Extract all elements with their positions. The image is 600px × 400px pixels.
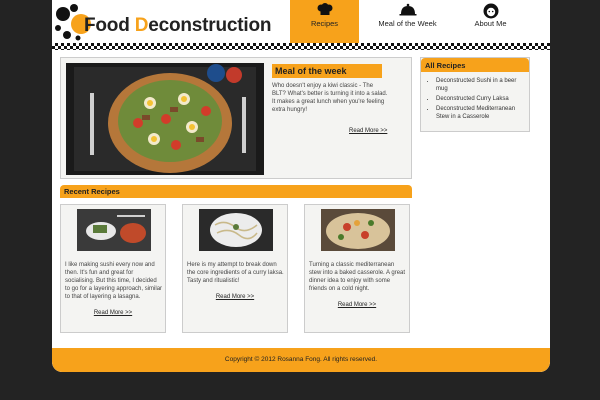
- sidebar-item-stew[interactable]: Deconstructed Mediterranean Stew in a Ca…: [436, 105, 525, 121]
- chef-hat-icon: [317, 3, 332, 15]
- nav-recipes[interactable]: Recipes: [290, 0, 359, 45]
- sidebar-list: Deconstructed Sushi in a beer mug Decons…: [421, 72, 529, 121]
- sushi-image[interactable]: [77, 209, 151, 251]
- header: Food Deconstruction Recipes Meal of the …: [52, 0, 550, 45]
- site-title: Food Deconstruction: [84, 15, 272, 36]
- recipe-card-sushi-text: I like making sushi every now and then. …: [65, 262, 163, 300]
- laksa-image[interactable]: [199, 209, 273, 251]
- recipe-card-stew: Turning a classic mediterranean stew int…: [304, 204, 410, 333]
- recipe-card-sushi-read-more[interactable]: Read More >>: [61, 310, 165, 316]
- page-container: Food Deconstruction Recipes Meal of the …: [52, 0, 550, 372]
- recipe-card-laksa-read-more[interactable]: Read More >>: [183, 294, 287, 300]
- all-recipes-sidebar: All Recipes Deconstructed Sushi in a bee…: [420, 57, 530, 132]
- nav-meal-label: Meal of the Week: [378, 19, 437, 28]
- sidebar-item-sushi[interactable]: Deconstructed Sushi in a beer mug: [436, 77, 525, 93]
- featured-meal-image[interactable]: [66, 63, 264, 175]
- main-nav: Recipes Meal of the Week About Me: [290, 0, 539, 45]
- cloche-icon: [399, 3, 416, 16]
- recent-recipes-title: Recent Recipes: [60, 185, 412, 198]
- featured-read-more-link[interactable]: Read More >>: [349, 128, 387, 134]
- recipe-card-stew-read-more[interactable]: Read More >>: [305, 302, 409, 308]
- sidebar-title: All Recipes: [421, 58, 529, 72]
- featured-description: Who doesn't enjoy a kiwi classic - The B…: [272, 83, 388, 113]
- sidebar-item-laksa[interactable]: Deconstructed Curry Laksa: [436, 95, 525, 103]
- nav-about-label: About Me: [474, 19, 507, 28]
- checker-divider: [52, 43, 550, 50]
- footer-copyright: Copyright © 2012 Rosanna Fong. All right…: [224, 356, 378, 363]
- footer: Copyright © 2012 Rosanna Fong. All right…: [52, 348, 550, 372]
- featured-meal: Meal of the week Who doesn't enjoy a kiw…: [60, 57, 412, 179]
- nav-recipes-label: Recipes: [310, 19, 339, 28]
- featured-title: Meal of the week: [272, 64, 382, 78]
- nav-about-me[interactable]: About Me: [456, 0, 525, 45]
- site-logo[interactable]: Food Deconstruction: [54, 2, 271, 42]
- recipe-card-sushi: I like making sushi every now and then. …: [60, 204, 166, 333]
- stew-image[interactable]: [321, 209, 395, 251]
- recipe-card-laksa: Here is my attempt to break down the cor…: [182, 204, 288, 333]
- recipe-card-laksa-text: Here is my attempt to break down the cor…: [187, 262, 284, 284]
- person-icon: [483, 3, 498, 19]
- nav-meal-of-the-week[interactable]: Meal of the Week: [373, 0, 442, 45]
- recipe-card-stew-text: Turning a classic mediterranean stew int…: [309, 262, 406, 292]
